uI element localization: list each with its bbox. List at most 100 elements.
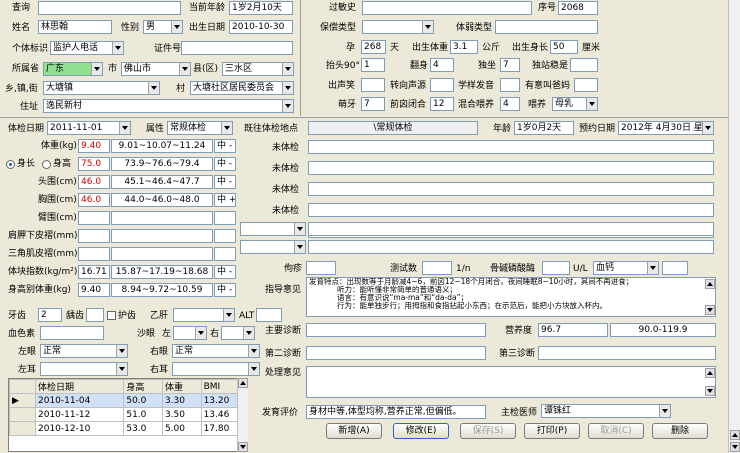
metric-value-input[interactable] <box>78 247 110 261</box>
exam-date-select[interactable]: 2011-11-01 <box>47 121 131 135</box>
handle-input[interactable] <box>306 366 716 398</box>
feed-select[interactable]: 母乳 <box>552 97 598 111</box>
scroll-up-icon[interactable] <box>705 368 715 378</box>
cert-input[interactable] <box>181 41 293 55</box>
table-row[interactable]: ▶ 2010-11-04 50.0 3.30 13.20 <box>9 393 247 408</box>
scroll-down-icon[interactable] <box>705 305 715 315</box>
note-input[interactable] <box>308 203 714 217</box>
town-select[interactable]: 大塘镇 <box>43 81 160 95</box>
sit-input[interactable]: 7 <box>500 58 520 72</box>
scroll-down-icon[interactable] <box>705 386 715 396</box>
table-row[interactable]: 2010-11-12 51.0 3.50 13.46 <box>9 407 247 422</box>
ins-select[interactable] <box>362 20 434 34</box>
edit-button[interactable]: 修改(E) <box>393 423 449 439</box>
metric-value-input[interactable]: 46.0 <box>78 175 110 189</box>
radio-length[interactable] <box>6 160 15 169</box>
turn-input[interactable] <box>430 78 454 92</box>
column-header[interactable]: 体重 <box>161 379 202 394</box>
metric-value-input[interactable]: 46.0 <box>78 193 110 207</box>
radio-height[interactable] <box>42 160 51 169</box>
mix-input[interactable]: 4 <box>500 97 520 111</box>
delete-button[interactable]: 删除 <box>652 423 708 439</box>
addr-select[interactable]: 逸民新村 <box>43 99 294 113</box>
teeth2-input[interactable]: 2 <box>38 308 62 322</box>
chevron-down-icon <box>294 241 305 253</box>
rear-select[interactable] <box>172 362 260 376</box>
note-input[interactable] <box>308 182 714 196</box>
guide-text[interactable]: 发育特点：出现数等于月龄减4~6，前囟12~18个月闭合，夜间睡眠8~10小时，… <box>306 277 716 317</box>
extra-input-1[interactable] <box>308 222 714 236</box>
stand-input[interactable] <box>570 58 598 72</box>
diag-third-input[interactable] <box>538 346 716 360</box>
allergy-input[interactable] <box>362 1 532 15</box>
ca-input[interactable] <box>662 261 688 275</box>
head90-input[interactable]: 1 <box>361 58 385 72</box>
name-input[interactable]: 林思翰 <box>38 20 112 34</box>
bw-input[interactable]: 3.1 <box>450 40 478 54</box>
add-button[interactable]: 新增(A) <box>326 423 382 439</box>
test-input[interactable] <box>422 261 452 275</box>
sex-select[interactable]: 男 <box>143 20 183 34</box>
attr-select[interactable]: 常规体检 <box>167 121 233 135</box>
diag-main-input[interactable] <box>306 323 486 337</box>
county-select[interactable]: 三水区 <box>222 62 294 76</box>
extra-select-1[interactable] <box>240 222 306 236</box>
print-button[interactable]: 打印(P) <box>524 423 580 439</box>
font-input[interactable]: 12 <box>430 97 454 111</box>
eyelid-left-select[interactable] <box>173 326 207 340</box>
id-type-select[interactable]: 监护人电话 <box>50 41 124 55</box>
lear-select[interactable] <box>40 362 128 376</box>
caries-input[interactable] <box>86 308 104 322</box>
eyelid-right-select[interactable] <box>221 326 255 340</box>
column-header[interactable]: 身高 <box>123 379 163 394</box>
rickets-input[interactable] <box>306 261 336 275</box>
liver-select[interactable] <box>173 308 235 322</box>
village-select[interactable]: 大塘社区居民委员会 <box>190 81 294 95</box>
window-scrollbar[interactable] <box>728 0 740 453</box>
metric-value-input[interactable]: 9.40 <box>78 283 110 297</box>
metric-value-input[interactable] <box>78 229 110 243</box>
scroll-up-icon[interactable] <box>730 430 740 440</box>
query-input[interactable] <box>38 1 181 15</box>
babble-input[interactable] <box>500 78 520 92</box>
scroll-up-icon[interactable] <box>238 378 248 388</box>
metric-value-input[interactable] <box>78 211 110 225</box>
note-input[interactable] <box>308 140 714 154</box>
preg-input[interactable]: 268 <box>361 40 386 54</box>
roll-input[interactable]: 4 <box>430 58 454 72</box>
ca-select[interactable]: 血钙 <box>593 261 659 275</box>
metric-value-input[interactable]: 75.0 <box>78 157 110 171</box>
column-header[interactable]: 体检日期 <box>34 379 125 394</box>
city-select[interactable]: 佛山市 <box>121 62 191 76</box>
extra-input-2[interactable] <box>308 240 714 254</box>
history-table[interactable]: 体检日期 身高 体重 BMI ▶ 2010-11-04 50.0 3.30 13.20 2010-… <box>8 378 248 452</box>
leye-select[interactable]: 正常 <box>40 344 128 358</box>
appt-select[interactable]: 2012年 4月30日 星期一 <box>618 121 714 135</box>
note-input[interactable] <box>308 161 714 175</box>
bl-input[interactable]: 50 <box>550 40 578 54</box>
diag-second-input[interactable] <box>306 346 486 360</box>
prov-select[interactable]: 广东 <box>43 62 103 76</box>
scroll-up-icon[interactable] <box>705 279 715 289</box>
alt-input[interactable] <box>256 308 282 322</box>
meaning-input[interactable] <box>574 78 598 92</box>
marrow-input[interactable] <box>542 261 570 275</box>
metric-value-input[interactable]: 16.71 <box>78 265 110 279</box>
dob-field[interactable]: 2010-10-30 <box>229 20 293 34</box>
history-scrollbar[interactable] <box>237 378 248 452</box>
metric-value-input[interactable]: 9.40 <box>78 139 110 153</box>
fluoride-checkbox[interactable] <box>107 311 116 320</box>
eval-field[interactable]: 身材中等,体型均称,营养正常,但偏低。 <box>306 405 486 419</box>
save-button[interactable]: 保存(S) <box>460 423 516 439</box>
cancel-button[interactable]: 取消(C) <box>588 423 644 439</box>
table-row[interactable]: 2010-12-10 53.0 5.00 17.80 <box>9 421 247 436</box>
reye-select[interactable]: 正常 <box>172 344 260 358</box>
scroll-down-icon[interactable] <box>730 442 740 452</box>
scroll-down-icon[interactable] <box>238 442 248 452</box>
bodytype-input[interactable] <box>495 20 598 34</box>
hb-input[interactable] <box>40 326 104 340</box>
teeth-input[interactable]: 7 <box>361 97 385 111</box>
doctor-select[interactable]: 谭铢红 <box>541 404 671 418</box>
sound-input[interactable] <box>361 78 385 92</box>
extra-select-2[interactable] <box>240 240 306 254</box>
